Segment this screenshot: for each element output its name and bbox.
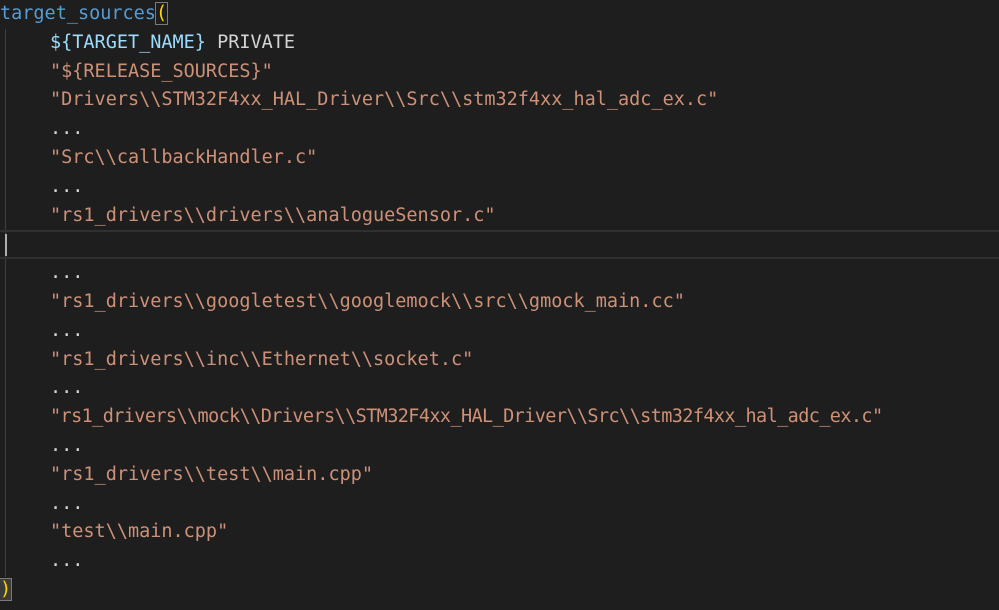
code-line-10[interactable]: ... — [0, 259, 999, 288]
code-line-17[interactable]: "rs1_drivers\\test\\main.cpp" — [0, 461, 999, 490]
code-line-3[interactable]: "${RELEASE_SOURCES}" — [0, 58, 999, 87]
code-line-16[interactable]: ... — [0, 432, 999, 461]
code-line-18[interactable]: ... — [0, 490, 999, 519]
target-name-var: ${TARGET_NAME} — [50, 31, 206, 53]
source-entry: "rs1_drivers\\drivers\\analogueSensor.c" — [50, 204, 496, 226]
close-paren: ) — [0, 578, 13, 601]
open-paren: ( — [154, 2, 169, 25]
ellipsis: ... — [50, 550, 84, 572]
function-name: target_sources — [0, 3, 156, 24]
code-line-15[interactable]: "rs1_drivers\\mock\\Drivers\\STM32F4xx_H… — [0, 403, 999, 432]
code-line-6[interactable]: "Src\\callbackHandler.c" — [0, 144, 999, 173]
code-line-13[interactable]: "rs1_drivers\\inc\\Ethernet\\socket.c" — [0, 346, 999, 375]
code-line-12[interactable]: ... — [0, 317, 999, 346]
code-line-11[interactable]: "rs1_drivers\\googletest\\googlemock\\sr… — [0, 288, 999, 317]
ellipsis: ... — [50, 377, 84, 399]
source-entry: "rs1_drivers\\inc\\Ethernet\\socket.c" — [50, 348, 474, 370]
source-entry: "rs1_drivers\\mock\\Drivers\\STM32F4xx_H… — [50, 406, 883, 428]
source-entry: "rs1_drivers\\googletest\\googlemock\\sr… — [50, 291, 685, 312]
ellipsis: ... — [50, 435, 84, 456]
source-entry: "rs1_drivers\\test\\main.cpp" — [50, 463, 374, 485]
code-line-5[interactable]: ... — [0, 115, 999, 144]
text-cursor — [5, 234, 7, 257]
code-line-7[interactable]: ... — [0, 173, 999, 202]
private-keyword: PRIVATE — [205, 31, 296, 53]
code-line-1[interactable]: target_sources( — [0, 0, 999, 29]
source-entry: "${RELEASE_SOURCES}" — [50, 60, 273, 82]
code-line-14[interactable]: ... — [0, 374, 999, 403]
ellipsis: ... — [50, 262, 84, 284]
code-line-8[interactable]: "rs1_drivers\\drivers\\analogueSensor.c" — [0, 202, 999, 231]
code-line-2[interactable]: ${TARGET_NAME} PRIVATE — [0, 29, 999, 58]
code-line-4[interactable]: "Drivers\\STM32F4xx_HAL_Driver\\Src\\stm… — [0, 86, 999, 115]
ellipsis: ... — [50, 319, 84, 341]
code-line-20[interactable]: ... — [0, 547, 999, 576]
code-editor[interactable]: target_sources( ${TARGET_NAME} PRIVATE "… — [0, 0, 999, 610]
code-line-19[interactable]: "test\\main.cpp" — [0, 518, 999, 547]
source-entry: "test\\main.cpp" — [50, 521, 229, 543]
ellipsis: ... — [50, 175, 84, 197]
ellipsis: ... — [50, 492, 84, 514]
ellipsis: ... — [50, 118, 84, 140]
source-entry: "Drivers\\STM32F4xx_HAL_Driver\\Src\\stm… — [50, 89, 719, 111]
source-entry: "Src\\callbackHandler.c" — [50, 147, 318, 168]
code-line-9-current[interactable] — [0, 230, 999, 260]
code-line-21[interactable]: ) — [0, 576, 999, 605]
